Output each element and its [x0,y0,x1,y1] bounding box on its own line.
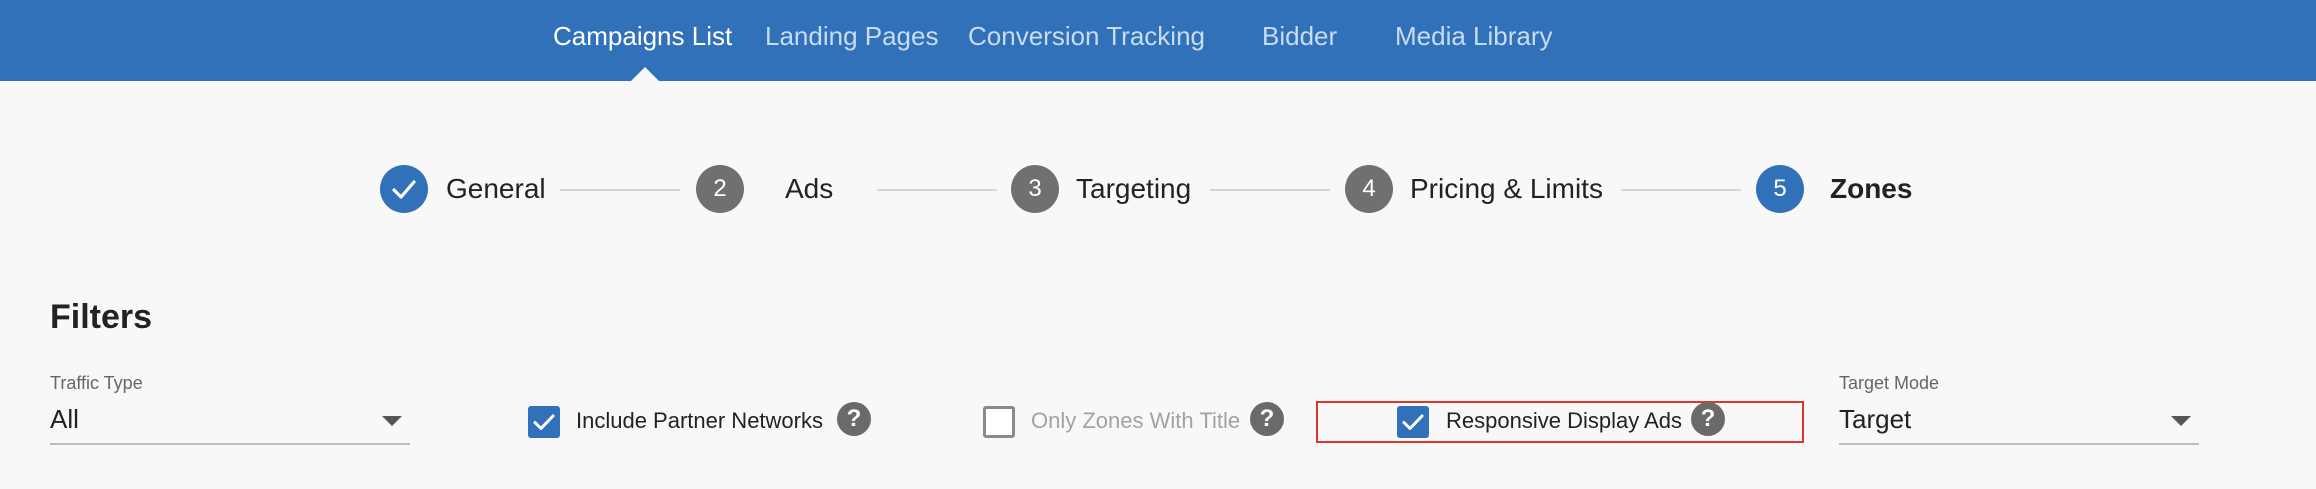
target-mode-label: Target Mode [1839,373,1940,393]
help-icon[interactable]: ? [1250,402,1284,436]
step-pricing-label[interactable]: Pricing & Limits [1410,172,1603,206]
step-ads-label[interactable]: Ads [785,172,833,206]
dropdown-arrow-icon [2171,416,2191,426]
step-pricing-circle[interactable]: 4 [1345,165,1393,213]
step-connector [1621,189,1741,191]
checkmark-icon [1402,414,1424,430]
step-zones-label[interactable]: Zones [1830,172,1912,206]
nav-campaigns-list[interactable]: Campaigns List [553,20,732,52]
step-zones-circle[interactable]: 5 [1756,165,1804,213]
target-mode-select[interactable]: Target [1839,400,2199,445]
checkmark-icon [533,414,555,430]
active-nav-indicator [630,67,660,82]
traffic-type-select[interactable]: All [50,400,410,445]
traffic-type-label: Traffic Type [50,373,143,393]
nav-conversion-tracking[interactable]: Conversion Tracking [968,20,1205,52]
check-icon [392,180,416,199]
top-navigation: Campaigns List Landing Pages Conversion … [0,0,2316,82]
dropdown-arrow-icon [382,416,402,426]
nav-bidder[interactable]: Bidder [1262,20,1337,52]
only-zones-with-title-checkbox[interactable] [983,406,1015,438]
responsive-display-ads-checkbox[interactable] [1397,406,1429,438]
step-general-circle[interactable] [380,165,428,213]
step-connector [560,189,680,191]
step-connector [1210,189,1330,191]
nav-landing-pages[interactable]: Landing Pages [765,20,938,52]
step-ads-circle[interactable]: 2 [696,165,744,213]
nav-media-library[interactable]: Media Library [1395,20,1553,52]
step-general-label[interactable]: General [446,172,546,206]
only-zones-with-title-label[interactable]: Only Zones With Title [1031,407,1240,435]
target-mode-value: Target [1839,404,1912,434]
filters-title: Filters [50,298,153,336]
step-connector [877,189,997,191]
responsive-display-ads-label[interactable]: Responsive Display Ads [1446,407,1682,435]
traffic-type-value: All [50,404,79,434]
step-targeting-label[interactable]: Targeting [1076,172,1191,206]
help-icon[interactable]: ? [837,402,871,436]
step-targeting-circle[interactable]: 3 [1011,165,1059,213]
include-partner-networks-label[interactable]: Include Partner Networks [576,407,823,435]
include-partner-networks-checkbox[interactable] [528,406,560,438]
help-icon[interactable]: ? [1691,402,1725,436]
